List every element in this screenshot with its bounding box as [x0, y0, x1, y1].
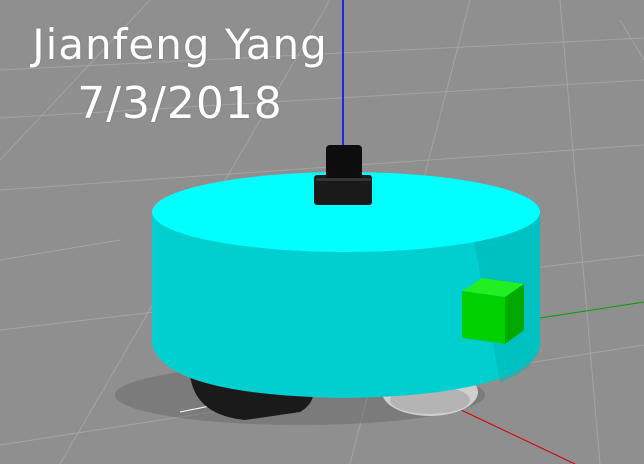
overlay-author-name: Jianfeng Yang	[32, 20, 328, 69]
lidar-head	[326, 145, 362, 179]
gazebo-3d-viewport[interactable]: Jianfeng Yang 7/3/2018	[0, 0, 644, 464]
lidar-highlight	[316, 178, 371, 181]
robot-scene[interactable]	[0, 0, 644, 464]
sensor-box-front	[462, 291, 505, 344]
overlay-date: 7/3/2018	[77, 78, 283, 129]
y-axis-line	[539, 301, 644, 319]
